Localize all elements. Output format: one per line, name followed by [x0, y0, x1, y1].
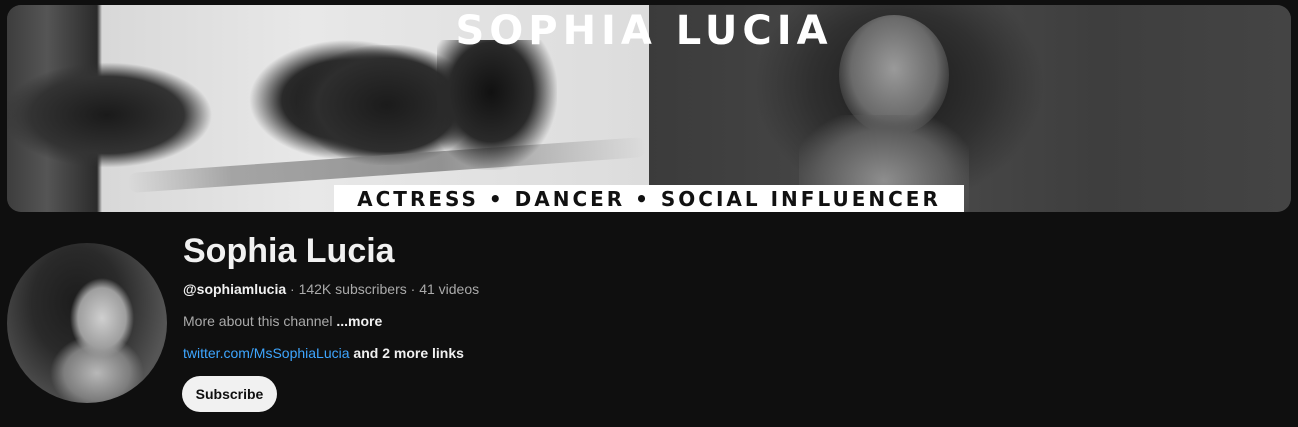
- about-more-link[interactable]: ...more: [336, 313, 382, 329]
- channel-handle: @sophiamlucia: [183, 281, 287, 297]
- banner-title: SOPHIA LUCIA: [455, 8, 833, 54]
- subscriber-count: 142K subscribers: [298, 281, 407, 297]
- banner-tagline: ACTRESS • DANCER • SOCIAL INFLUENCER: [334, 185, 964, 212]
- video-count: 41 videos: [419, 281, 480, 297]
- banner-dancer-shape: [437, 40, 557, 170]
- more-links-button[interactable]: and 2 more links: [350, 345, 464, 361]
- meta-separator: ·: [406, 281, 420, 297]
- channel-links: twitter.com/MsSophiaLucia and 2 more lin…: [183, 345, 464, 361]
- twitter-link[interactable]: twitter.com/MsSophiaLucia: [183, 345, 350, 361]
- channel-banner: SOPHIA LUCIA ACTRESS • DANCER • SOCIAL I…: [7, 5, 1291, 212]
- channel-name: Sophia Lucia: [183, 232, 395, 270]
- channel-meta: @sophiamlucia · 142K subscribers · 41 vi…: [183, 281, 479, 297]
- subscribe-button[interactable]: Subscribe: [182, 376, 277, 412]
- about-text: More about this channel: [183, 313, 337, 329]
- channel-avatar[interactable]: [7, 243, 167, 403]
- channel-about[interactable]: More about this channel ...more: [183, 313, 382, 329]
- meta-separator: ·: [286, 281, 299, 297]
